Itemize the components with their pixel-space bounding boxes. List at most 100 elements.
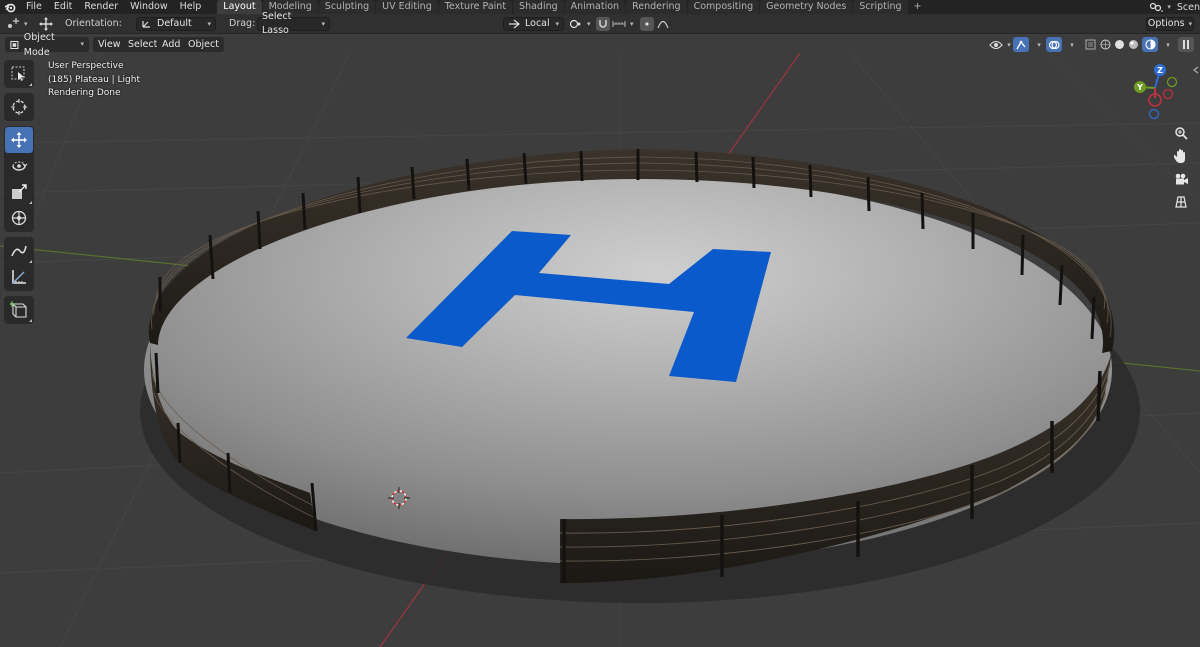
hand-pan-icon: [1174, 148, 1185, 163]
chevron-down-icon: ▾: [80, 40, 84, 48]
render-status-text: Rendering Done: [48, 88, 121, 98]
move-icon: [11, 132, 27, 148]
rotate-tool[interactable]: [5, 153, 33, 179]
pivot-icon-button[interactable]: ▾: [569, 17, 593, 31]
snap-toggle[interactable]: [596, 17, 610, 31]
view-menu[interactable]: View: [93, 37, 126, 52]
ortho-toggle-button[interactable]: [1170, 191, 1192, 213]
scale-icon: [12, 184, 27, 199]
menu-file[interactable]: File: [20, 0, 48, 14]
transform-tool[interactable]: [5, 205, 33, 231]
scene-selector[interactable]: ▾ Scen: [1149, 0, 1200, 14]
dot-icon: [645, 22, 649, 26]
active-object-text: (185) Plateau | Light: [48, 74, 141, 85]
cursor-icon: [11, 99, 27, 115]
pivot-value: Local: [525, 18, 550, 29]
tab-sculpting[interactable]: Sculpting: [318, 0, 376, 14]
viewport-header: Object Mode ▾ View Select Add Object ▾ ▾…: [0, 32, 1200, 58]
add-tool-group: [4, 296, 34, 324]
camera-icon: [1175, 173, 1188, 184]
tool-options-marker: [29, 83, 32, 86]
tab-scripting[interactable]: Scripting: [853, 0, 908, 14]
grid-icon: [1175, 196, 1187, 208]
drag-dropdown[interactable]: Select Lasso ▾: [257, 11, 330, 36]
workspace-tabs: Layout Modeling Sculpting UV Editing Tex…: [217, 0, 926, 14]
tab-texture-paint[interactable]: Texture Paint: [438, 0, 513, 14]
select-box-icon: [11, 66, 25, 81]
select-tool-group: [4, 60, 34, 88]
menu-edit[interactable]: Edit: [48, 0, 78, 14]
object-mode-icon: [10, 40, 19, 49]
proportional-edit-toggle[interactable]: [640, 17, 654, 31]
chevron-down-icon[interactable]: ▾: [1163, 37, 1173, 52]
tab-shading[interactable]: Shading: [513, 0, 564, 14]
scene-icon: [1150, 2, 1164, 11]
object-mode-label: Object Mode: [23, 31, 55, 58]
navigation-gizmo[interactable]: Z Y: [1128, 62, 1182, 120]
chevron-down-icon[interactable]: ▾: [1067, 37, 1077, 52]
chevron-down-icon: ▾: [207, 20, 211, 28]
measure-tool[interactable]: [5, 264, 33, 290]
options-dropdown[interactable]: Options ▾: [1146, 17, 1194, 31]
shading-material-icon[interactable]: [1125, 37, 1141, 52]
camera-view-button[interactable]: [1170, 168, 1192, 190]
select-box-tool[interactable]: [5, 61, 33, 87]
object-menu[interactable]: Object: [183, 37, 224, 52]
chevron-down-icon: ▾: [1188, 20, 1193, 28]
chevron-down-icon: ▾: [587, 20, 591, 28]
gizmo-neg-z-handle[interactable]: [1148, 108, 1160, 120]
blender-logo-icon[interactable]: [0, 0, 20, 14]
tab-compositing[interactable]: Compositing: [687, 0, 760, 14]
object-mode-dropdown[interactable]: Object Mode ▾: [5, 32, 89, 58]
pan-button[interactable]: [1170, 145, 1192, 167]
zoom-icon: [1175, 127, 1188, 140]
drag-label: Drag:: [229, 18, 256, 29]
overlays-toggle-icon[interactable]: [1046, 37, 1062, 52]
menu-help[interactable]: Help: [174, 0, 208, 14]
cursor-tool[interactable]: [5, 94, 33, 120]
chevron-down-icon[interactable]: ▾: [1034, 37, 1044, 52]
pause-render-icon[interactable]: [1178, 37, 1194, 52]
visibility-icon[interactable]: [988, 37, 1004, 52]
tab-uv-editing[interactable]: UV Editing: [376, 0, 438, 14]
gizmo-neg-x-handle[interactable]: [1162, 88, 1174, 100]
cursor-tool-group: [4, 93, 34, 121]
magnet-icon: [599, 20, 607, 28]
annotate-icon: [11, 245, 27, 257]
scene-dropdown-caret: ▾: [1167, 3, 1171, 11]
view-perspective-text: User Perspective: [48, 61, 124, 71]
pivot-point-dropdown[interactable]: Local ▾: [503, 17, 564, 31]
snap-target-dropdown[interactable]: ▾: [612, 17, 634, 31]
orientation-dropdown[interactable]: Default ▾: [136, 17, 216, 31]
3d-viewport[interactable]: [0, 53, 1200, 647]
add-menu[interactable]: Add: [157, 37, 186, 52]
add-cube-tool[interactable]: [5, 297, 33, 323]
scene-label: Scen: [1176, 1, 1200, 13]
annotate-tool[interactable]: [5, 238, 33, 264]
tab-geometry-nodes[interactable]: Geometry Nodes: [760, 0, 853, 14]
transform-orientation-icon: [509, 19, 520, 29]
shading-rendered-icon[interactable]: [1142, 37, 1158, 52]
tool-settings-header: ▾ Orientation: Default ▾ Drag: Select La…: [0, 11, 1200, 36]
xray-toggle-icon[interactable]: [1082, 37, 1098, 52]
chevron-down-icon: ▾: [555, 20, 559, 28]
chevron-down-icon: ▾: [321, 20, 325, 28]
proportional-falloff-button[interactable]: [656, 17, 670, 31]
viewport-info-overlay: User Perspective (185) Plateau | Light R…: [48, 60, 140, 101]
region-toggle-arrow-icon[interactable]: [1192, 66, 1200, 74]
gizmo-neg-y-handle[interactable]: [1166, 76, 1178, 88]
scale-tool[interactable]: [5, 179, 33, 205]
zoom-button[interactable]: [1170, 122, 1192, 144]
tab-animation[interactable]: Animation: [564, 0, 626, 14]
transform-tool-group: [4, 126, 34, 232]
move-tool[interactable]: [5, 127, 33, 153]
gizmo-toggle-icon[interactable]: [1013, 37, 1029, 52]
add-workspace-button[interactable]: +: [909, 0, 927, 14]
falloff-curve-icon: [657, 20, 669, 29]
tab-rendering[interactable]: Rendering: [626, 0, 687, 14]
add-cube-icon: [10, 301, 27, 318]
tool-options-marker: [29, 319, 32, 322]
menu-render[interactable]: Render: [78, 0, 124, 14]
tab-layout[interactable]: Layout: [217, 0, 262, 14]
menu-window[interactable]: Window: [124, 0, 173, 14]
